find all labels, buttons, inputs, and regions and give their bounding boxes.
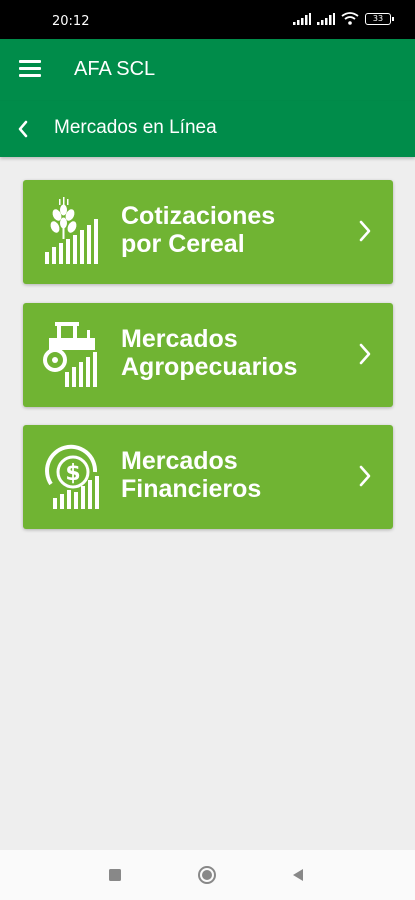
status-bar: 20:12 33 bbox=[0, 0, 415, 39]
recents-button-icon[interactable] bbox=[108, 868, 122, 882]
page-title: Mercados en Línea bbox=[54, 117, 217, 138]
system-nav-bar bbox=[0, 850, 415, 900]
signal-icon bbox=[293, 12, 311, 25]
app-bar: AFA SCL bbox=[0, 39, 415, 101]
chevron-right-icon bbox=[359, 220, 371, 242]
back-button-icon[interactable] bbox=[291, 868, 305, 882]
card-label: Mercados Financieros bbox=[121, 447, 262, 503]
signal-icon-2 bbox=[317, 12, 335, 25]
svg-text:$: $ bbox=[65, 461, 80, 486]
chevron-right-icon bbox=[359, 343, 371, 365]
card-label: Mercados Agropecuarios bbox=[121, 325, 298, 381]
chevron-right-icon bbox=[359, 465, 371, 487]
wheat-chart-icon bbox=[45, 197, 98, 264]
status-icons: 33 bbox=[293, 12, 394, 25]
battery-level: 33 bbox=[372, 14, 384, 23]
app-title: AFA SCL bbox=[74, 58, 156, 80]
card-mercados-financieros[interactable]: $ Mercados Financieros bbox=[23, 425, 393, 529]
back-arrow-icon[interactable] bbox=[12, 117, 36, 141]
home-button-icon[interactable] bbox=[197, 865, 217, 885]
wifi-icon bbox=[341, 12, 359, 25]
menu-icon[interactable] bbox=[19, 60, 41, 78]
sub-header: Mercados en Línea bbox=[0, 101, 415, 157]
dollar-chart-icon: $ bbox=[45, 444, 99, 509]
card-mercados-agropecuarios[interactable]: Mercados Agropecuarios bbox=[23, 303, 393, 407]
card-cotizaciones-cereal[interactable]: Cotizaciones por Cereal bbox=[23, 180, 393, 284]
status-time: 20:12 bbox=[52, 14, 90, 29]
card-label: Cotizaciones por Cereal bbox=[121, 202, 276, 258]
tractor-chart-icon bbox=[43, 322, 97, 387]
battery-icon: 33 bbox=[365, 12, 394, 25]
